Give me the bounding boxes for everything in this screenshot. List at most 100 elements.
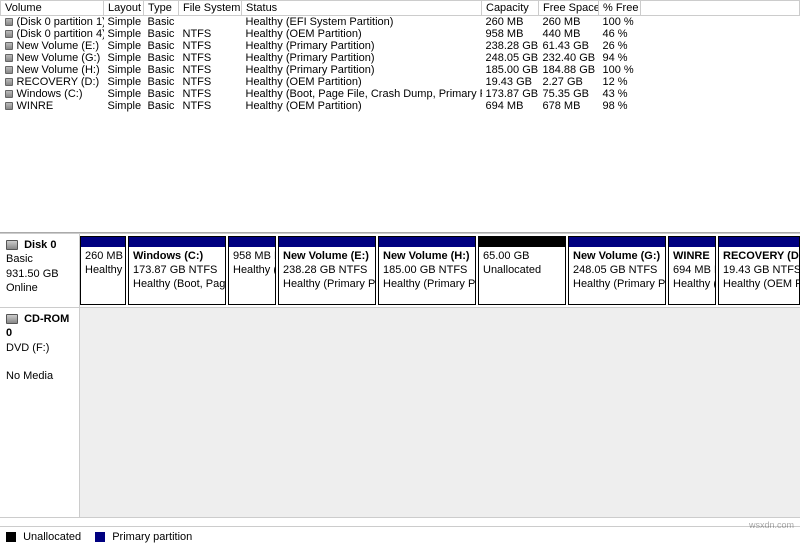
legend-unallocated-label: Unallocated <box>23 531 81 543</box>
vol-pctfree: 100 % <box>599 64 641 76</box>
col-pctfree[interactable]: % Free <box>599 1 641 16</box>
partition-box[interactable]: WINRE694 MB NHealthy ( <box>668 236 716 305</box>
volume-icon <box>5 90 13 98</box>
partition-name: WINRE <box>673 250 711 264</box>
vol-pctfree: 94 % <box>599 52 641 64</box>
partition-header <box>279 237 375 247</box>
partition-box[interactable]: New Volume (E:)238.28 GB NTFSHealthy (Pr… <box>278 236 376 305</box>
legend-primary-label: Primary partition <box>112 531 192 543</box>
partition-size: 65.00 GB <box>483 250 561 264</box>
vol-pctfree: 100 % <box>599 16 641 29</box>
col-fs[interactable]: File System <box>179 1 242 16</box>
vol-capacity: 185.00 GB <box>482 64 539 76</box>
partition-box[interactable]: New Volume (H:)185.00 GB NTFSHealthy (Pr… <box>378 236 476 305</box>
volume-icon <box>5 54 13 62</box>
partition-box[interactable]: Windows (C:)173.87 GB NTFSHealthy (Boot,… <box>128 236 226 305</box>
partition-box[interactable]: 65.00 GBUnallocated <box>478 236 566 305</box>
table-row[interactable]: RECOVERY (D:)SimpleBasicNTFSHealthy (OEM… <box>1 76 800 88</box>
vol-type: Basic <box>144 88 179 100</box>
vol-capacity: 248.05 GB <box>482 52 539 64</box>
legend-primary: Primary partition <box>95 531 192 543</box>
partition-body: 260 MBHealthy <box>81 247 125 281</box>
table-row[interactable]: (Disk 0 partition 4)SimpleBasicNTFSHealt… <box>1 28 800 40</box>
partition-box[interactable]: New Volume (G:)248.05 GB NTFSHealthy (Pr… <box>568 236 666 305</box>
vol-status: Healthy (Boot, Page File, Crash Dump, Pr… <box>242 88 482 100</box>
vol-name: Windows (C:) <box>17 88 83 100</box>
vol-capacity: 958 MB <box>482 28 539 40</box>
table-row[interactable]: New Volume (G:)SimpleBasicNTFSHealthy (P… <box>1 52 800 64</box>
col-volume[interactable]: Volume <box>1 1 104 16</box>
vol-free: 232.40 GB <box>539 52 599 64</box>
partition-size: 173.87 GB NTFS <box>133 264 221 278</box>
partition-status: Unallocated <box>483 264 561 278</box>
disk-icon <box>6 240 18 250</box>
cdrom-label[interactable]: CD-ROM 0 DVD (F:) No Media <box>0 308 80 517</box>
partition-header <box>479 237 565 247</box>
vol-name: (Disk 0 partition 1) <box>17 16 104 28</box>
table-row[interactable]: WINRESimpleBasicNTFSHealthy (OEM Partiti… <box>1 100 800 112</box>
disk0-size: 931.50 GB <box>6 268 59 280</box>
vol-free: 678 MB <box>539 100 599 112</box>
table-row[interactable]: New Volume (E:)SimpleBasicNTFSHealthy (P… <box>1 40 800 52</box>
vol-type: Basic <box>144 16 179 29</box>
volume-icon <box>5 66 13 74</box>
vol-fs: NTFS <box>179 76 242 88</box>
disk0-partition-strip: 260 MBHealthyWindows (C:)173.87 GB NTFSH… <box>80 234 800 307</box>
disk0-state: Online <box>6 282 38 294</box>
table-row[interactable]: Windows (C:)SimpleBasicNTFSHealthy (Boot… <box>1 88 800 100</box>
partition-status: Healthy (Boot, Page <box>133 278 221 292</box>
legend: Unallocated Primary partition <box>0 526 800 546</box>
partition-status: Healthy (Primary Pa <box>283 278 371 292</box>
volume-icon <box>5 78 13 86</box>
vol-pctfree: 43 % <box>599 88 641 100</box>
col-capacity[interactable]: Capacity <box>482 1 539 16</box>
partition-status: Healthy (Primary Pa <box>383 278 471 292</box>
table-header-row[interactable]: Volume Layout Type File System Status Ca… <box>1 1 800 16</box>
disk0-title: Disk 0 <box>24 239 56 251</box>
partition-box[interactable]: 958 MB NHealthy ( <box>228 236 276 305</box>
partition-size: 248.05 GB NTFS <box>573 264 661 278</box>
partition-body: New Volume (G:)248.05 GB NTFSHealthy (Pr… <box>569 247 665 294</box>
disk0-label[interactable]: Disk 0 Basic 931.50 GB Online <box>0 234 80 307</box>
vol-status: Healthy (OEM Partition) <box>242 76 482 88</box>
vol-status: Healthy (Primary Partition) <box>242 40 482 52</box>
partition-name: New Volume (H:) <box>383 250 471 264</box>
partition-status: Healthy ( <box>233 264 271 278</box>
volume-icon <box>5 18 13 26</box>
vol-free: 260 MB <box>539 16 599 29</box>
col-status[interactable]: Status <box>242 1 482 16</box>
volume-icon <box>5 30 13 38</box>
col-free[interactable]: Free Space <box>539 1 599 16</box>
partition-body: New Volume (H:)185.00 GB NTFSHealthy (Pr… <box>379 247 475 294</box>
partition-box[interactable]: RECOVERY (D:)19.43 GB NTFSHealthy (OEM P <box>718 236 800 305</box>
partition-body: New Volume (E:)238.28 GB NTFSHealthy (Pr… <box>279 247 375 294</box>
vol-name: New Volume (G:) <box>17 52 101 64</box>
table-row[interactable]: New Volume (H:)SimpleBasicNTFSHealthy (P… <box>1 64 800 76</box>
partition-body: Windows (C:)173.87 GB NTFSHealthy (Boot,… <box>129 247 225 294</box>
partition-status: Healthy (OEM P <box>723 278 795 292</box>
col-layout[interactable]: Layout <box>104 1 144 16</box>
vol-type: Basic <box>144 28 179 40</box>
volume-icon <box>5 102 13 110</box>
disk0-type: Basic <box>6 253 33 265</box>
swatch-unallocated <box>6 532 16 542</box>
vol-capacity: 238.28 GB <box>482 40 539 52</box>
cdrom-strip <box>80 308 800 517</box>
vol-layout: Simple <box>104 40 144 52</box>
volume-table[interactable]: Volume Layout Type File System Status Ca… <box>0 0 800 112</box>
partition-size: 958 MB N <box>233 250 271 264</box>
vol-free: 75.35 GB <box>539 88 599 100</box>
watermark: wsxdn.com <box>749 520 794 530</box>
partition-box[interactable]: 260 MBHealthy <box>80 236 126 305</box>
vol-fs: NTFS <box>179 88 242 100</box>
vol-type: Basic <box>144 76 179 88</box>
partition-size: 19.43 GB NTFS <box>723 264 795 278</box>
partition-status: Healthy ( <box>673 278 711 292</box>
cdrom-type: DVD (F:) <box>6 342 49 354</box>
vol-fs <box>179 16 242 29</box>
table-row[interactable]: (Disk 0 partition 1)SimpleBasicHealthy (… <box>1 16 800 29</box>
vol-name: New Volume (H:) <box>17 64 100 76</box>
vol-fs: NTFS <box>179 52 242 64</box>
partition-body: RECOVERY (D:)19.43 GB NTFSHealthy (OEM P <box>719 247 799 294</box>
col-type[interactable]: Type <box>144 1 179 16</box>
